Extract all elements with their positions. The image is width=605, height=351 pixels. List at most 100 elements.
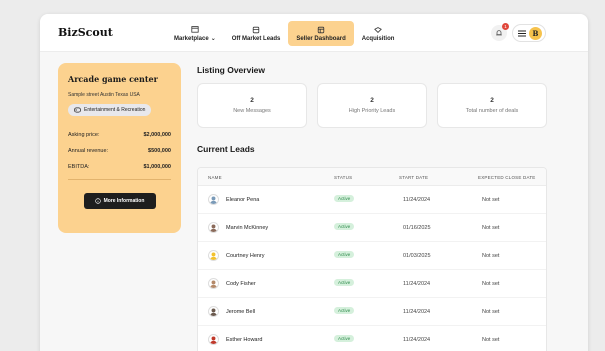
status-badge: Active <box>334 307 355 314</box>
bell-icon <box>496 30 502 36</box>
app-window: BizScout Marketplace ⌄ Off Market Leads S… <box>40 14 588 351</box>
category-chip: Entertainment & Recreation <box>68 104 152 116</box>
listing-overview-title: Listing Overview <box>197 65 266 75</box>
nav-off-market-leads[interactable]: Off Market Leads <box>224 21 289 46</box>
ebitda-label: EBITDA: <box>68 164 90 170</box>
status-badge: Active <box>334 279 355 286</box>
status-badge: Active <box>334 195 355 202</box>
expected-close-date: Not set <box>482 309 500 315</box>
lead-avatar <box>208 334 219 345</box>
person-icon <box>210 252 217 260</box>
user-avatar: B <box>529 26 542 40</box>
status-badge: Active <box>334 335 355 342</box>
nav-seller-dashboard[interactable]: Seller Dashboard <box>288 21 354 46</box>
stat-value: 2 <box>250 97 254 104</box>
lead-avatar <box>208 250 219 261</box>
dashboard-icon <box>317 26 325 33</box>
start-date: 11/24/2024 <box>403 337 431 343</box>
card-divider <box>68 179 171 180</box>
nav-off-market-leads-label: Off Market Leads <box>231 35 281 42</box>
app-logo[interactable]: BizScout <box>58 26 113 39</box>
expected-close-date: Not set <box>482 281 500 287</box>
table-row[interactable]: Esther Howard Active 11/24/2024 Not set <box>198 326 546 351</box>
listing-card: Arcade game center Sample street Austin … <box>58 63 181 233</box>
lead-name: Jerome Bell <box>226 309 256 315</box>
asking-price-value: $2,000,000 <box>143 132 171 138</box>
table-row[interactable]: Jerome Bell Active 11/24/2024 Not set <box>198 298 546 326</box>
asking-price-label: Asking price: <box>68 132 100 138</box>
nav-marketplace[interactable]: Marketplace ⌄ <box>166 21 224 46</box>
storefront-icon <box>191 26 199 33</box>
annual-revenue-label: Annual revenue: <box>68 148 109 154</box>
nav-acquisition[interactable]: Acquisition <box>354 21 403 46</box>
annual-revenue-value: $500,000 <box>148 148 171 154</box>
stat-label: Total number of deals <box>465 108 519 114</box>
info-icon <box>94 198 101 204</box>
chevron-down-icon: ⌄ <box>210 36 216 42</box>
start-date: 01/16/2025 <box>403 225 431 231</box>
nav-acquisition-label: Acquisition <box>361 35 395 42</box>
ebitda-row: EBITDA: $1,000,000 <box>68 164 171 170</box>
user-menu-button[interactable]: B <box>512 24 546 42</box>
stat-card-high-priority-leads[interactable]: 2 High Priority Leads <box>317 83 427 128</box>
expected-close-date: Not set <box>482 197 500 203</box>
table-body: Eleanor Pena Active 11/24/2024 Not set Marvi… <box>198 186 546 351</box>
lead-name: Esther Howard <box>226 337 263 343</box>
table-row[interactable]: Courtney Henry Active 01/03/2025 Not set <box>198 242 546 270</box>
main-nav: Marketplace ⌄ Off Market Leads Seller Das… <box>166 21 402 46</box>
notification-badge: 1 <box>502 23 509 30</box>
column-header-name[interactable]: NAME <box>208 175 222 180</box>
person-icon <box>210 336 217 344</box>
lead-name: Courtney Henry <box>226 253 265 259</box>
stat-label: High Priority Leads <box>348 108 396 114</box>
table-header: NAME STATUS START DATE EXPECTED CLOSE DA… <box>198 168 546 186</box>
top-navbar: BizScout Marketplace ⌄ Off Market Leads S… <box>40 14 588 52</box>
nav-marketplace-label: Marketplace <box>174 35 209 42</box>
listing-title: Arcade game center <box>68 74 158 84</box>
annual-revenue-row: Annual revenue: $500,000 <box>68 148 171 154</box>
asking-price-row: Asking price: $2,000,000 <box>68 132 171 138</box>
status-badge: Active <box>334 223 355 230</box>
column-header-close-date[interactable]: EXPECTED CLOSE DATE <box>478 175 535 180</box>
lead-avatar <box>208 222 219 233</box>
more-information-label: More Information <box>103 198 145 204</box>
person-icon <box>210 308 217 316</box>
gamepad-icon <box>74 107 81 113</box>
start-date: 01/03/2025 <box>403 253 431 259</box>
start-date: 11/24/2024 <box>403 309 431 315</box>
lead-name: Eleanor Pena <box>226 197 260 203</box>
table-row[interactable]: Marvin McKinney Active 01/16/2025 Not set <box>198 214 546 242</box>
person-icon <box>210 280 217 288</box>
ebitda-value: $1,000,000 <box>143 164 171 170</box>
person-icon <box>210 224 217 232</box>
leads-table: NAME STATUS START DATE EXPECTED CLOSE DA… <box>197 167 547 351</box>
stat-card-new-messages[interactable]: 2 New Messages <box>197 83 307 128</box>
lead-name: Marvin McKinney <box>226 225 269 231</box>
building-icon <box>252 26 260 33</box>
expected-close-date: Not set <box>482 253 500 259</box>
hamburger-menu-icon <box>518 30 526 36</box>
lead-avatar <box>208 306 219 317</box>
expected-close-date: Not set <box>482 225 500 231</box>
more-information-button[interactable]: More Information <box>83 193 156 209</box>
stat-card-total-deals[interactable]: 2 Total number of deals <box>437 83 547 128</box>
stat-label: New Messages <box>233 108 271 114</box>
start-date: 11/24/2024 <box>403 281 431 287</box>
table-row[interactable]: Cody Fisher Active 11/24/2024 Not set <box>198 270 546 298</box>
column-header-status[interactable]: STATUS <box>334 175 352 180</box>
stat-value: 2 <box>490 97 494 104</box>
stat-value: 2 <box>370 97 374 104</box>
table-row[interactable]: Eleanor Pena Active 11/24/2024 Not set <box>198 186 546 214</box>
nav-seller-dashboard-label: Seller Dashboard <box>296 35 346 42</box>
column-header-start-date[interactable]: START DATE <box>399 175 428 180</box>
lead-avatar <box>208 194 219 205</box>
category-label: Entertainment & Recreation <box>84 107 146 113</box>
lead-name: Cody Fisher <box>226 281 256 287</box>
status-badge: Active <box>334 251 355 258</box>
start-date: 11/24/2024 <box>403 197 431 203</box>
lead-avatar <box>208 278 219 289</box>
notifications-button[interactable]: 1 <box>491 23 509 41</box>
expected-close-date: Not set <box>482 337 500 343</box>
handshake-icon <box>374 26 382 33</box>
current-leads-title: Current Leads <box>197 144 255 154</box>
